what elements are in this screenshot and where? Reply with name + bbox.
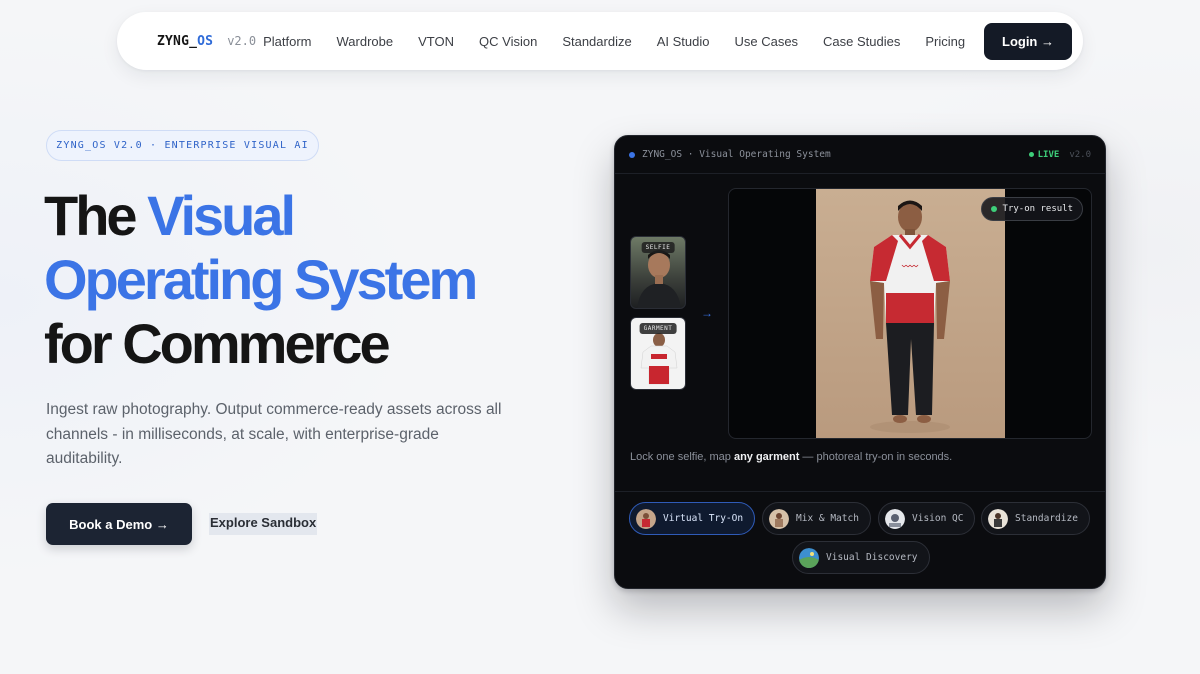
status-dot-icon [629,151,635,158]
headline-visual: Visual [147,184,296,247]
nav-link-use-cases[interactable]: Use Cases [734,34,798,49]
chip-visual-discovery[interactable]: Visual Discovery [792,541,930,574]
tryon-result-badge: Try-on result [980,197,1083,221]
selfie-label: SELFIE [641,242,675,253]
garment-thumbnail[interactable]: GARMENT [630,317,686,390]
nav-link-pricing[interactable]: Pricing [925,34,965,49]
tryon-avatar-icon [636,508,656,529]
nav-link-qc-vision[interactable]: QC Vision [479,34,537,49]
nav-link-wardrobe[interactable]: Wardrobe [337,34,394,49]
panel-version: v2.0 [1069,149,1091,160]
result-dot-icon [990,206,997,212]
headline-for-commerce: for Commerce [44,312,391,375]
garment-label: GARMENT [639,323,677,334]
selfie-thumbnail[interactable]: SELFIE [630,236,686,309]
brand-name: ZYNG_ [157,33,198,49]
nav-link-platform[interactable]: Platform [263,34,311,49]
nav-link-case-studies[interactable]: Case Studies [823,34,900,49]
nav-version: v2.0 [227,34,257,48]
vision-qc-icon [885,508,905,529]
panel-title: ZYNG_OS · Visual Operating System [642,149,831,160]
caption-pre: Lock one selfie, map [630,451,734,463]
chip-mix-match-label: Mix & Match [796,513,859,524]
login-button[interactable]: Login → [984,22,1072,60]
live-dot-icon [1028,152,1034,157]
chip-standardize[interactable]: Standardize [981,502,1090,535]
standardize-avatar-icon [988,508,1008,529]
nav-link-standardize[interactable]: Standardize [562,34,631,49]
caption-bold: any garment [733,451,800,463]
tryon-result-image: 〰〰 [816,189,1005,438]
arrow-right-icon: → [701,306,713,320]
visual-discovery-icon [799,547,819,568]
headline-the: The [44,184,148,247]
chip-standardize-label: Standardize [1015,513,1078,524]
model-figure-image: 〰〰 [816,189,1005,438]
chip-visual-discovery-label: Visual Discovery [826,552,918,563]
chip-virtual-tryon[interactable]: Virtual Try-On [629,502,756,535]
hero-headline: The Visual Operating System for Commerce [44,184,584,376]
panel-divider [615,491,1105,492]
tryon-result-label: Try-on result [1002,204,1073,214]
brand-accent: OS [197,33,214,49]
nav-link-vton[interactable]: VTON [418,34,454,49]
chip-vision-qc[interactable]: Vision QC [878,502,976,535]
book-demo-button[interactable]: Book a Demo → [46,503,192,545]
hero-badge: ZYNG_OS V2.0 · ENTERPRISE VISUAL AI [46,130,319,161]
live-indicator: LIVE [1028,149,1060,160]
chip-vision-qc-label: Vision QC [912,513,964,524]
explore-sandbox-link[interactable]: Explore Sandbox [209,513,318,535]
svg-text:〰〰: 〰〰 [901,262,919,271]
nav-link-ai-studio[interactable]: AI Studio [657,34,710,49]
panel-header: ZYNG_OS · Visual Operating System LIVE v… [615,136,1105,174]
panel-caption: Lock one selfie, map any garment — photo… [630,451,952,463]
caption-post: — photoreal try-on in seconds. [799,451,953,463]
top-navbar: ZYNG_OS v2.0 Platform Wardrobe VTON QC V… [117,12,1083,70]
headline-operating-system: Operating System [44,248,478,311]
demo-console-panel: ZYNG_OS · Visual Operating System LIVE v… [614,135,1106,589]
chip-mix-match[interactable]: Mix & Match [762,502,871,535]
mix-match-avatar-icon [769,508,789,529]
chip-virtual-tryon-label: Virtual Try-On [663,513,744,524]
tryon-result-stage: 〰〰 Try-on result [728,188,1092,439]
brand-logo[interactable]: ZYNG_OS [157,34,213,49]
live-label: LIVE [1037,149,1060,160]
hero-subtext: Ingest raw photography. Output commerce-… [46,401,502,467]
nav-links: Platform Wardrobe VTON QC Vision Standar… [263,34,965,49]
